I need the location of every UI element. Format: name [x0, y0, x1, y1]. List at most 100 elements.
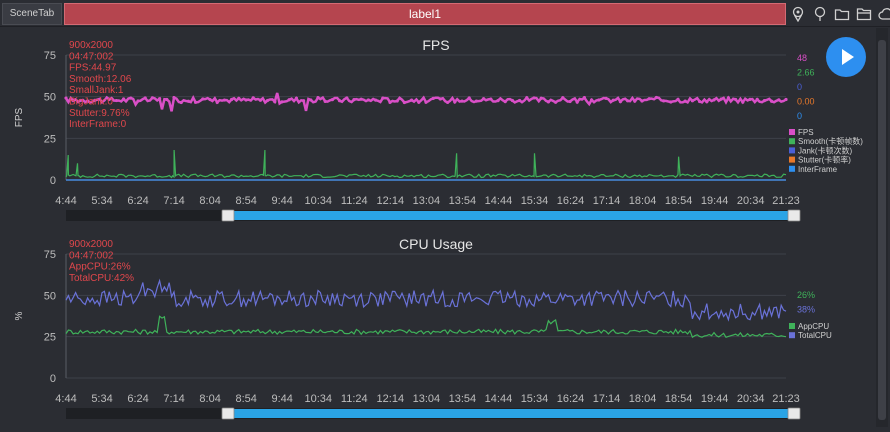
fps-point — [777, 98, 781, 102]
fps-point — [280, 100, 284, 104]
scene-tab[interactable]: SceneTab — [2, 3, 62, 25]
range-slider-selection — [228, 211, 795, 220]
fps-point — [366, 98, 370, 102]
current-value-interframe: 0 — [797, 111, 802, 121]
x-tick-label: 4:44 — [55, 393, 76, 405]
fps-point — [323, 99, 327, 103]
fps-point — [431, 96, 435, 100]
y-tick-label: 75 — [44, 249, 56, 261]
fps-point — [114, 98, 118, 103]
fps-point — [662, 99, 666, 103]
fps-point — [698, 99, 702, 104]
fps-point — [647, 97, 651, 101]
fps-point — [546, 100, 551, 104]
location-pin-icon[interactable] — [790, 6, 806, 23]
x-tick-label: 16:24 — [557, 393, 585, 405]
legend-swatch — [789, 323, 795, 329]
open-folder-icon[interactable] — [856, 6, 872, 22]
fps-point — [345, 96, 349, 100]
info-line: SmallJank:1 — [69, 85, 124, 96]
fps-point — [676, 97, 680, 101]
legend-label: AppCPU — [798, 322, 829, 331]
fps-point — [251, 96, 255, 100]
label-tab[interactable]: label1 — [64, 3, 786, 25]
fps-point — [237, 96, 241, 100]
fps-point — [186, 99, 190, 103]
info-line: FPS:44.97 — [69, 63, 117, 74]
x-tick-label: 8:04 — [199, 195, 220, 207]
fps-point — [503, 100, 507, 104]
toolbar-icons — [790, 3, 890, 25]
fps-point — [770, 99, 774, 103]
y-tick-label: 50 — [44, 92, 56, 104]
fps-point — [338, 99, 342, 103]
info-line: 900x2000 — [69, 239, 113, 250]
fps-point — [561, 96, 565, 100]
fps-point — [460, 99, 464, 103]
fps-point — [222, 98, 226, 102]
fps-point — [640, 99, 644, 103]
x-tick-label: 21:23 — [772, 195, 800, 207]
fps-point — [518, 98, 522, 103]
current-value-fps: 48 — [797, 53, 807, 63]
x-tick-label: 10:34 — [304, 195, 332, 207]
x-tick-label: 6:24 — [127, 195, 148, 207]
fps-point — [129, 96, 133, 100]
fps-point — [266, 98, 270, 103]
fps-point — [359, 97, 363, 101]
fps-point — [273, 100, 277, 104]
fps-point — [201, 97, 205, 101]
x-tick-label: 7:14 — [163, 393, 184, 405]
info-line: AppCPU:26% — [69, 262, 131, 273]
fps-point — [302, 99, 306, 103]
fps-point — [762, 98, 767, 103]
legend-label: Jank(卡顿次数) — [798, 145, 853, 155]
vertical-scrollbar[interactable] — [876, 28, 888, 427]
legend-swatch — [789, 165, 795, 172]
fps-point — [122, 97, 126, 101]
play-button[interactable] — [826, 37, 866, 77]
fps-point — [438, 97, 442, 101]
x-tick-label: 14:44 — [485, 393, 513, 405]
fps-point — [453, 100, 457, 104]
fps-point — [604, 96, 608, 100]
fps-point — [568, 99, 572, 104]
fps-point — [258, 98, 262, 102]
y-tick-label: 25 — [44, 332, 56, 344]
fps-point — [150, 96, 154, 100]
y-tick-label: 0 — [50, 175, 56, 187]
fps-point — [194, 100, 198, 104]
x-tick-label: 16:24 — [557, 195, 585, 207]
x-tick-label: 13:04 — [413, 393, 441, 405]
legend-swatch — [789, 156, 795, 163]
legend-swatch — [789, 147, 795, 154]
fps-point — [388, 100, 392, 104]
info-line: Stutter:9.76% — [69, 108, 130, 119]
chart-title: CPU Usage — [399, 236, 473, 252]
x-tick-label: 20:34 — [737, 393, 765, 405]
fps-point — [575, 100, 579, 104]
fps-point — [410, 98, 414, 102]
range-slider-handle-left — [221, 209, 235, 222]
x-tick-label: 9:44 — [272, 195, 293, 207]
legend-label: FPS — [798, 128, 814, 137]
fps-point — [532, 96, 536, 100]
fps-point — [582, 96, 587, 100]
fps-point — [244, 98, 248, 102]
cloud-icon[interactable] — [878, 6, 890, 22]
current-value-smooth: 2.66 — [797, 68, 815, 78]
x-tick-label: 4:44 — [55, 195, 76, 207]
fps-point — [287, 98, 291, 102]
legend-swatch — [789, 138, 795, 145]
y-tick-label: 25 — [44, 133, 56, 145]
map-marker-icon[interactable] — [812, 6, 828, 22]
x-tick-label: 13:54 — [449, 393, 477, 405]
scrollbar-thumb[interactable] — [878, 40, 886, 420]
fps-point — [395, 99, 399, 103]
fps-point — [136, 99, 140, 103]
fps-point — [424, 100, 428, 104]
fps-point — [230, 97, 234, 102]
fps-point — [215, 100, 219, 105]
x-tick-label: 18:04 — [629, 393, 657, 405]
folder-icon[interactable] — [834, 6, 850, 22]
